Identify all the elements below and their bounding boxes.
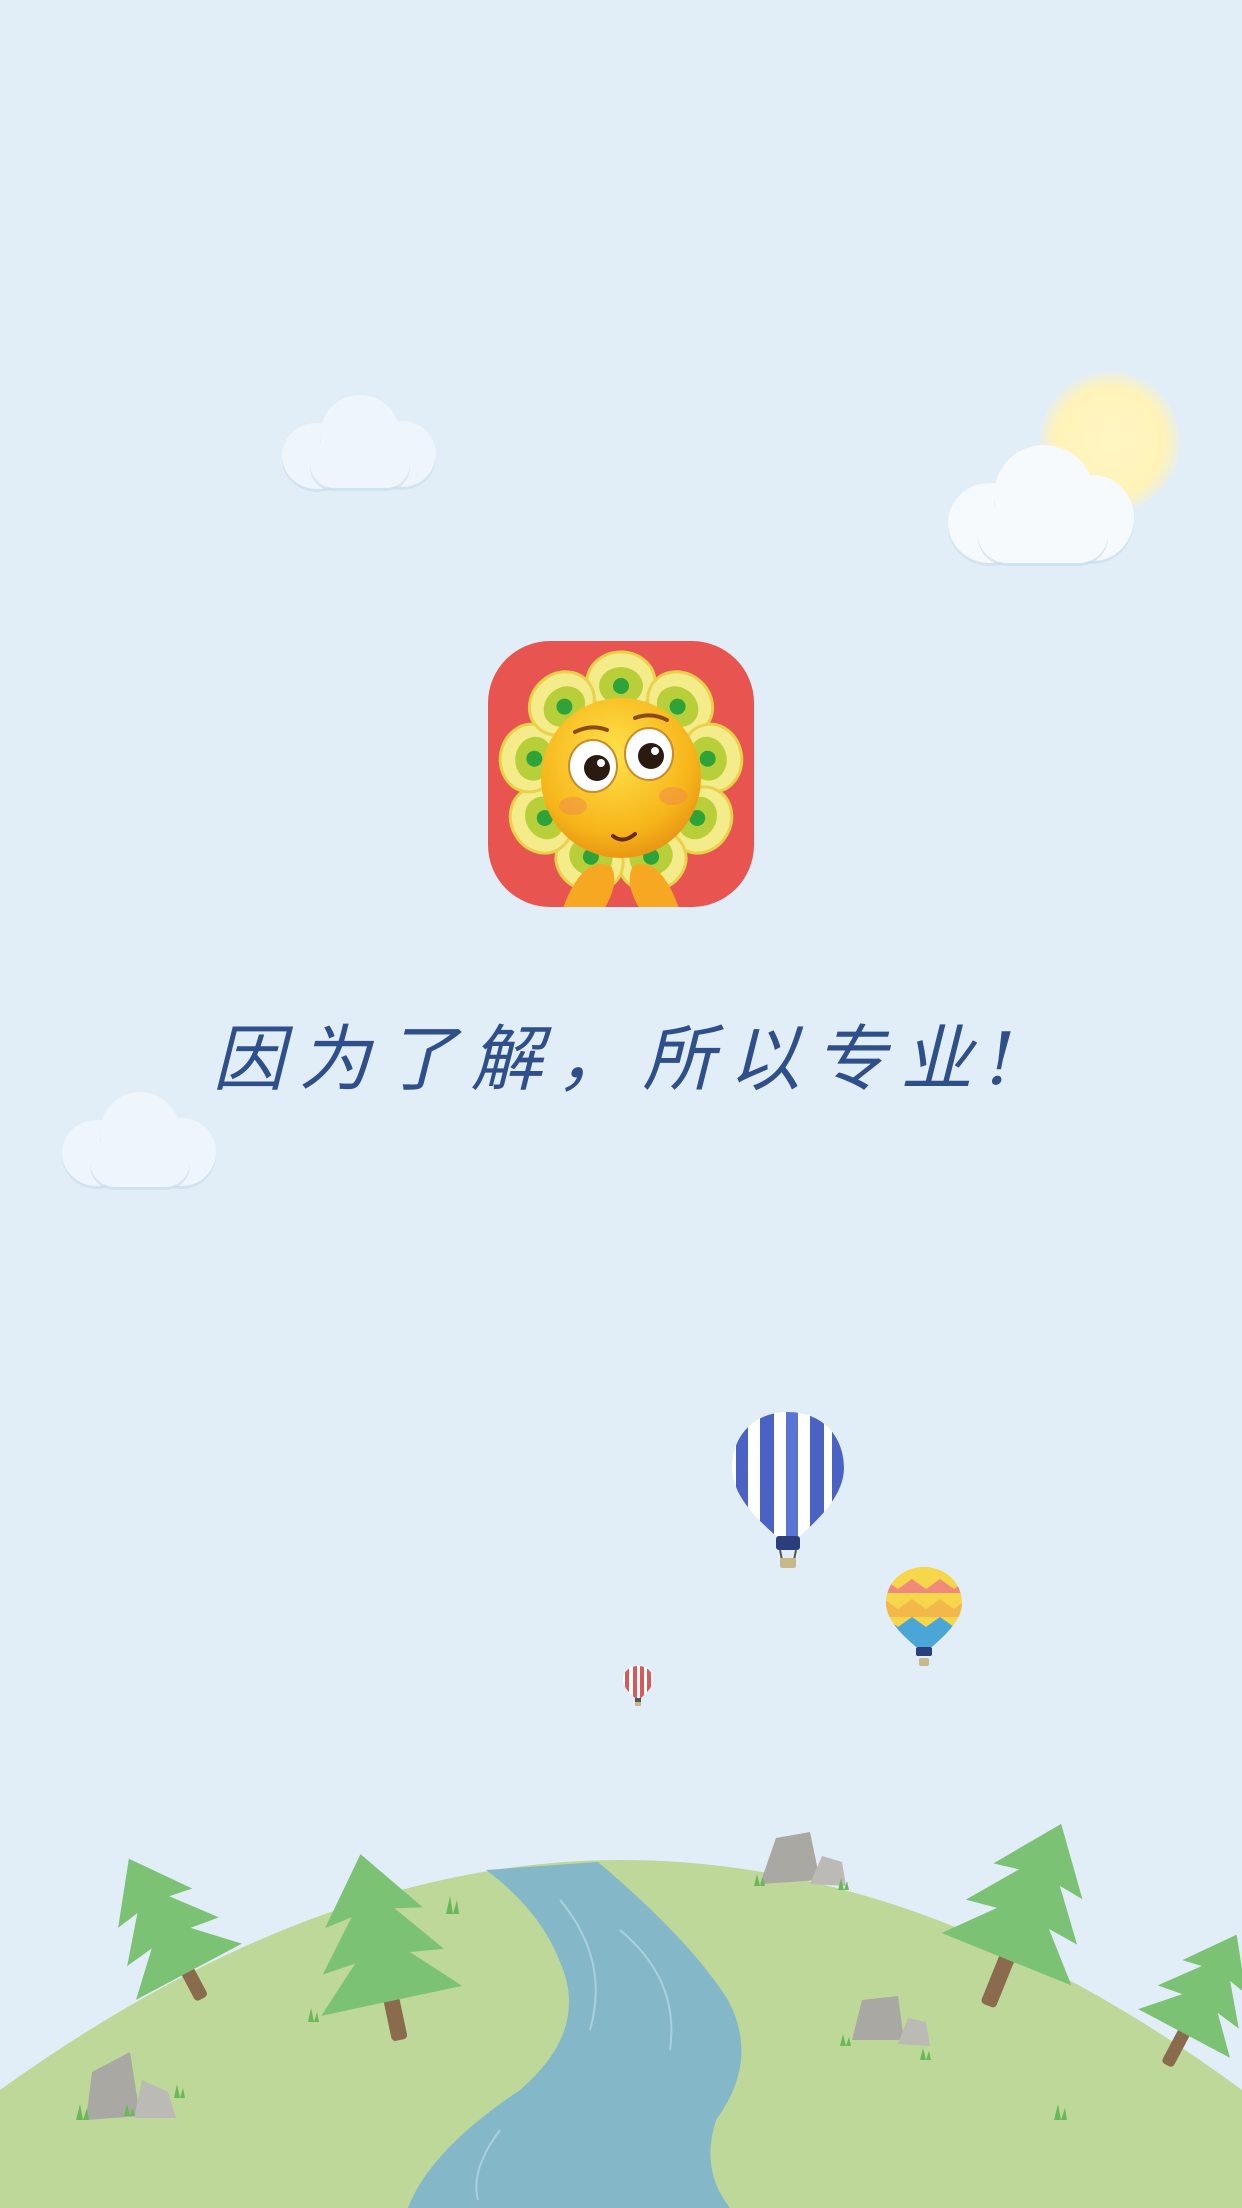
sunflower-emoji-logo-icon [498,650,744,907]
cloud-decoration [282,395,437,490]
slogan-text: 因为了解，所以专业! [212,1017,1030,1101]
cloud-decoration [948,445,1136,563]
hot-air-balloon-icon [886,1567,962,1666]
rock [760,1832,846,1886]
hot-air-balloon-icon [732,1412,844,1568]
cloud-decoration [62,1092,217,1188]
app-logo [488,641,754,907]
landscape-illustration [0,1823,1242,2208]
